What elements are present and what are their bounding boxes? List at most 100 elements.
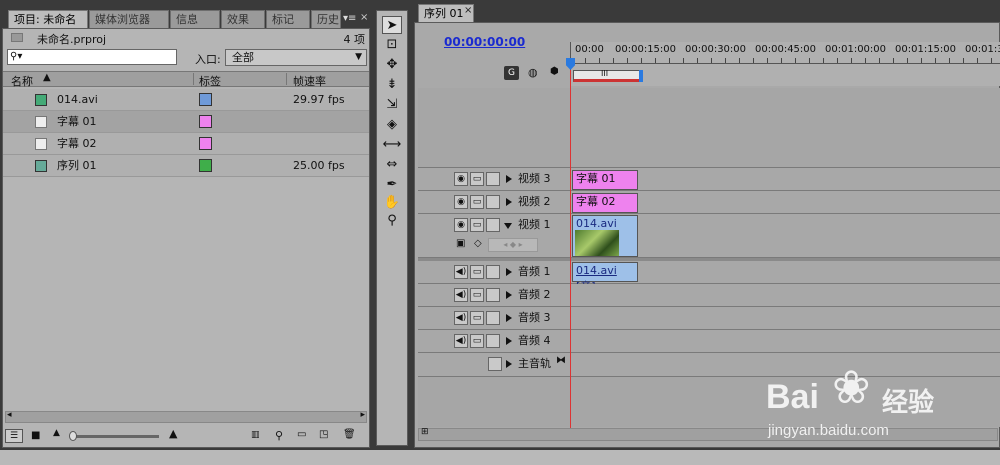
column-name[interactable]: 名称 [11,73,33,89]
item-name: 字幕 01 [57,115,97,128]
label-swatch[interactable] [199,159,212,172]
expand-triangle-icon[interactable] [506,175,512,183]
tab-markers[interactable]: 标记 [266,10,310,28]
list-item[interactable]: 字幕 02 [3,133,369,155]
lock-toggle[interactable] [486,311,500,325]
list-view-icon[interactable]: ☰ [5,429,23,443]
sync-lock-icon[interactable]: ▭ [470,265,484,279]
list-item[interactable]: 字幕 01 [3,111,369,133]
lock-toggle[interactable] [486,265,500,279]
expand-triangle-icon[interactable] [506,268,512,276]
display-style-icon[interactable]: ▣ [456,238,465,249]
zoom-tool-icon[interactable]: ⚲ [382,212,402,230]
speaker-icon[interactable]: ◀) [454,288,468,302]
speaker-icon[interactable]: ◀) [454,311,468,325]
lock-toggle[interactable] [486,172,500,186]
tab-history[interactable]: 历史 [311,10,341,28]
set-marker-icon[interactable]: ◍ [528,66,538,79]
sync-lock-icon[interactable]: ▭ [470,311,484,325]
column-label[interactable]: 标签 [199,73,221,89]
slip-tool-icon[interactable]: ⟷ [382,136,402,154]
ripple-edit-tool-icon[interactable]: ✥ [382,56,402,74]
snap-icon[interactable]: G [504,66,519,80]
entry-select[interactable]: 全部 ▼ [225,49,367,66]
scroll-right-icon[interactable]: ▸ [360,410,365,420]
sync-lock-icon[interactable]: ▭ [470,288,484,302]
new-item-icon[interactable]: ◳ [319,429,328,440]
list-item[interactable]: 序列 01 25.00 fps [3,155,369,177]
timecode[interactable]: 00:00:00:00 [444,35,525,49]
eye-icon[interactable]: ◉ [454,218,468,232]
sync-lock-icon[interactable]: ▭ [470,334,484,348]
list-item[interactable]: 014.avi 29.97 fps [3,89,369,111]
lock-toggle[interactable] [486,195,500,209]
collapse-triangle-icon[interactable] [504,223,512,229]
clip-title2[interactable]: 字幕 02 [572,193,638,213]
clip-title1[interactable]: 字幕 01 [572,170,638,190]
keyframe-icon[interactable]: ◇ [474,238,482,249]
pen-tool-icon[interactable]: ✒ [382,176,402,194]
lock-toggle[interactable] [486,334,500,348]
sequence-tab-close-icon[interactable]: × [464,5,472,16]
expand-triangle-icon[interactable] [506,360,512,368]
track-select-tool-icon[interactable]: ⊡ [382,36,402,54]
track-label: 音频 2 [518,288,551,301]
selection-tool-icon[interactable]: ➤ [382,16,402,34]
tab-media-browser[interactable]: 媒体浏览器 [89,10,169,28]
sync-lock-icon[interactable]: ▭ [470,172,484,186]
find-icon[interactable]: ⚲ [275,429,283,442]
watermark: Bai ❀ 经验 jingyan.baidu.com [766,356,966,446]
zoom-out-icon[interactable]: ▲ [53,428,60,438]
lock-toggle[interactable] [488,357,502,371]
label-swatch[interactable] [199,115,212,128]
icon-view-icon[interactable]: ■ [31,430,40,441]
label-swatch[interactable] [199,137,212,150]
razor-tool-icon[interactable]: ◈ [382,116,402,134]
speaker-icon[interactable]: ◀) [454,334,468,348]
panel-close-icon[interactable]: × [360,12,370,26]
tab-info[interactable]: 信息 [170,10,220,28]
sync-lock-icon[interactable]: ▭ [470,195,484,209]
track-audio4: ◀) ▭ 音频 4 [418,330,1000,353]
item-fps: 25.00 fps [293,159,345,172]
track-video2: ◉ ▭ 视频 2 字幕 02 [418,191,1000,214]
clip-video[interactable]: 014.avi [视] [572,215,638,257]
hand-tool-icon[interactable]: ✋ [382,194,402,212]
sort-ascending-icon[interactable]: ▲ [43,72,51,83]
lock-toggle[interactable] [486,218,500,232]
lock-toggle[interactable] [486,288,500,302]
panel-menu-icon[interactable]: ▾≡ [343,12,357,26]
tab-project[interactable]: 项目: 未命名 [8,10,88,28]
search-input[interactable]: ⚲▾ [7,49,177,65]
speaker-icon[interactable]: ◀) [454,265,468,279]
trash-icon[interactable]: 🗑 [343,429,356,440]
keyframe-nav[interactable]: ◂ ◆ ▸ [488,238,538,252]
zoom-slider-handle[interactable] [69,431,77,441]
automate-icon[interactable]: ▥ [251,430,260,440]
eye-icon[interactable]: ◉ [454,195,468,209]
zoom-slider[interactable] [73,435,159,438]
scroll-left-icon[interactable]: ◂ [7,410,12,420]
tab-effects[interactable]: 效果 [221,10,265,28]
expand-triangle-icon[interactable] [506,337,512,345]
label-swatch[interactable] [199,93,212,106]
sync-lock-icon[interactable]: ▭ [470,218,484,232]
work-area-end-handle[interactable] [639,70,643,82]
time-ruler[interactable]: 00:00 00:00:15:00 00:00:30:00 00:00:45:0… [570,42,1000,86]
eye-icon[interactable]: ◉ [454,172,468,186]
expand-triangle-icon[interactable] [506,291,512,299]
column-fps[interactable]: 帧速率 [293,73,326,89]
track-header: ◉ ▭ 视频 1 ▣ ◇ ◂ ◆ ▸ [418,214,571,257]
clip-audio[interactable]: 014.avi [音] [572,262,638,293]
expand-triangle-icon[interactable] [506,314,512,322]
slide-tool-icon[interactable]: ⇔ [382,156,402,174]
rolling-edit-tool-icon[interactable]: ⇟ [382,76,402,94]
add-marker-icon[interactable]: ⬢ [550,66,559,77]
ruler-label: 00:01:3 [965,44,1000,55]
rate-stretch-tool-icon[interactable]: ⇲ [382,96,402,114]
project-list: 014.avi 29.97 fps 字幕 01 字幕 02 序列 01 25.0… [3,89,369,179]
horizontal-scrollbar[interactable]: ◂ ▸ [5,410,367,423]
new-bin-icon[interactable]: ▭ [297,429,306,440]
expand-triangle-icon[interactable] [506,198,512,206]
zoom-in-icon[interactable]: ▲ [169,427,177,440]
